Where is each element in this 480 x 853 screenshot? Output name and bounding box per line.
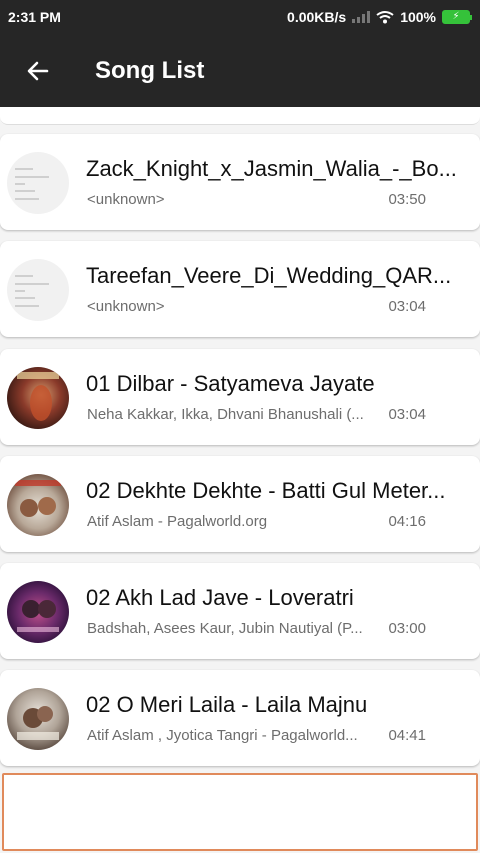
song-duration: 04:41 [388, 727, 426, 744]
list-item[interactable]: 02 O Meri Laila - Laila Majnu Atif Aslam… [0, 670, 480, 766]
song-list[interactable]: Zack_Knight_x_Jasmin_Walia_-_Bo... <unkn… [0, 107, 480, 853]
song-title: 02 O Meri Laila - Laila Majnu [86, 692, 368, 717]
song-duration: 03:04 [388, 406, 426, 423]
song-duration: 03:04 [388, 298, 426, 315]
status-bar: 2:31 PM 0.00KB/s 100% ⚡ [0, 0, 480, 34]
status-time: 2:31 PM [8, 9, 61, 25]
list-item[interactable]: 02 Akh Lad Jave - Loveratri Badshah, Ase… [0, 563, 480, 659]
list-item[interactable]: 02 Dekhte Dekhte - Batti Gul Meter... At… [0, 456, 480, 552]
song-artist: <unknown> [87, 191, 165, 208]
song-title: Tareefan_Veere_Di_Wedding_QAR... [86, 263, 452, 288]
back-button[interactable] [23, 56, 53, 86]
list-item[interactable]: 01 Dilbar - Satyameva Jayate Neha Kakkar… [0, 349, 480, 445]
top-bar: 2:31 PM 0.00KB/s 100% ⚡ Song List [0, 0, 480, 107]
song-title: 01 Dilbar - Satyameva Jayate [86, 371, 375, 396]
song-title: 02 Dekhte Dekhte - Batti Gul Meter... [86, 478, 446, 503]
song-duration: 03:50 [388, 191, 426, 208]
network-speed: 0.00KB/s [287, 9, 347, 25]
song-artist: Atif Aslam , Jyotica Tangri - Pagalworld… [87, 727, 358, 744]
song-artist: Atif Aslam - Pagalworld.org [87, 513, 268, 530]
list-item-partial[interactable] [0, 107, 480, 125]
album-art-image [17, 600, 59, 632]
album-art-image [15, 480, 61, 517]
song-thumbnail [7, 259, 69, 321]
battery-percent: 100% [400, 9, 436, 25]
ad-banner-placeholder[interactable] [2, 773, 478, 851]
album-art-image [17, 372, 59, 421]
album-art [7, 367, 69, 429]
song-artist: <unknown> [87, 298, 165, 315]
song-artist: Badshah, Asees Kaur, Jubin Nautiyal (P..… [87, 620, 363, 637]
album-art [7, 581, 69, 643]
app-screen: 2:31 PM 0.00KB/s 100% ⚡ Song List Zack_K… [0, 0, 480, 853]
signal-icon [352, 11, 371, 23]
app-bar: Song List [0, 34, 480, 107]
song-title: Zack_Knight_x_Jasmin_Walia_-_Bo... [86, 156, 457, 181]
arrow-left-icon [27, 61, 49, 80]
list-item[interactable]: Zack_Knight_x_Jasmin_Walia_-_Bo... <unkn… [0, 134, 480, 230]
wifi-icon [376, 11, 394, 24]
page-title: Song List [95, 56, 205, 84]
song-artist: Neha Kakkar, Ikka, Dhvani Bhanushali (..… [87, 406, 364, 423]
song-thumbnail [7, 152, 69, 214]
album-art [7, 474, 69, 536]
song-duration: 03:00 [388, 620, 426, 637]
list-item[interactable]: Tareefan_Veere_Di_Wedding_QAR... <unknow… [0, 241, 480, 337]
song-duration: 04:16 [388, 513, 426, 530]
status-right: 0.00KB/s 100% ⚡ [287, 9, 472, 25]
album-art [7, 688, 69, 750]
album-art-image [17, 706, 59, 740]
battery-icon: ⚡ [442, 10, 472, 24]
song-title: 02 Akh Lad Jave - Loveratri [86, 585, 354, 610]
